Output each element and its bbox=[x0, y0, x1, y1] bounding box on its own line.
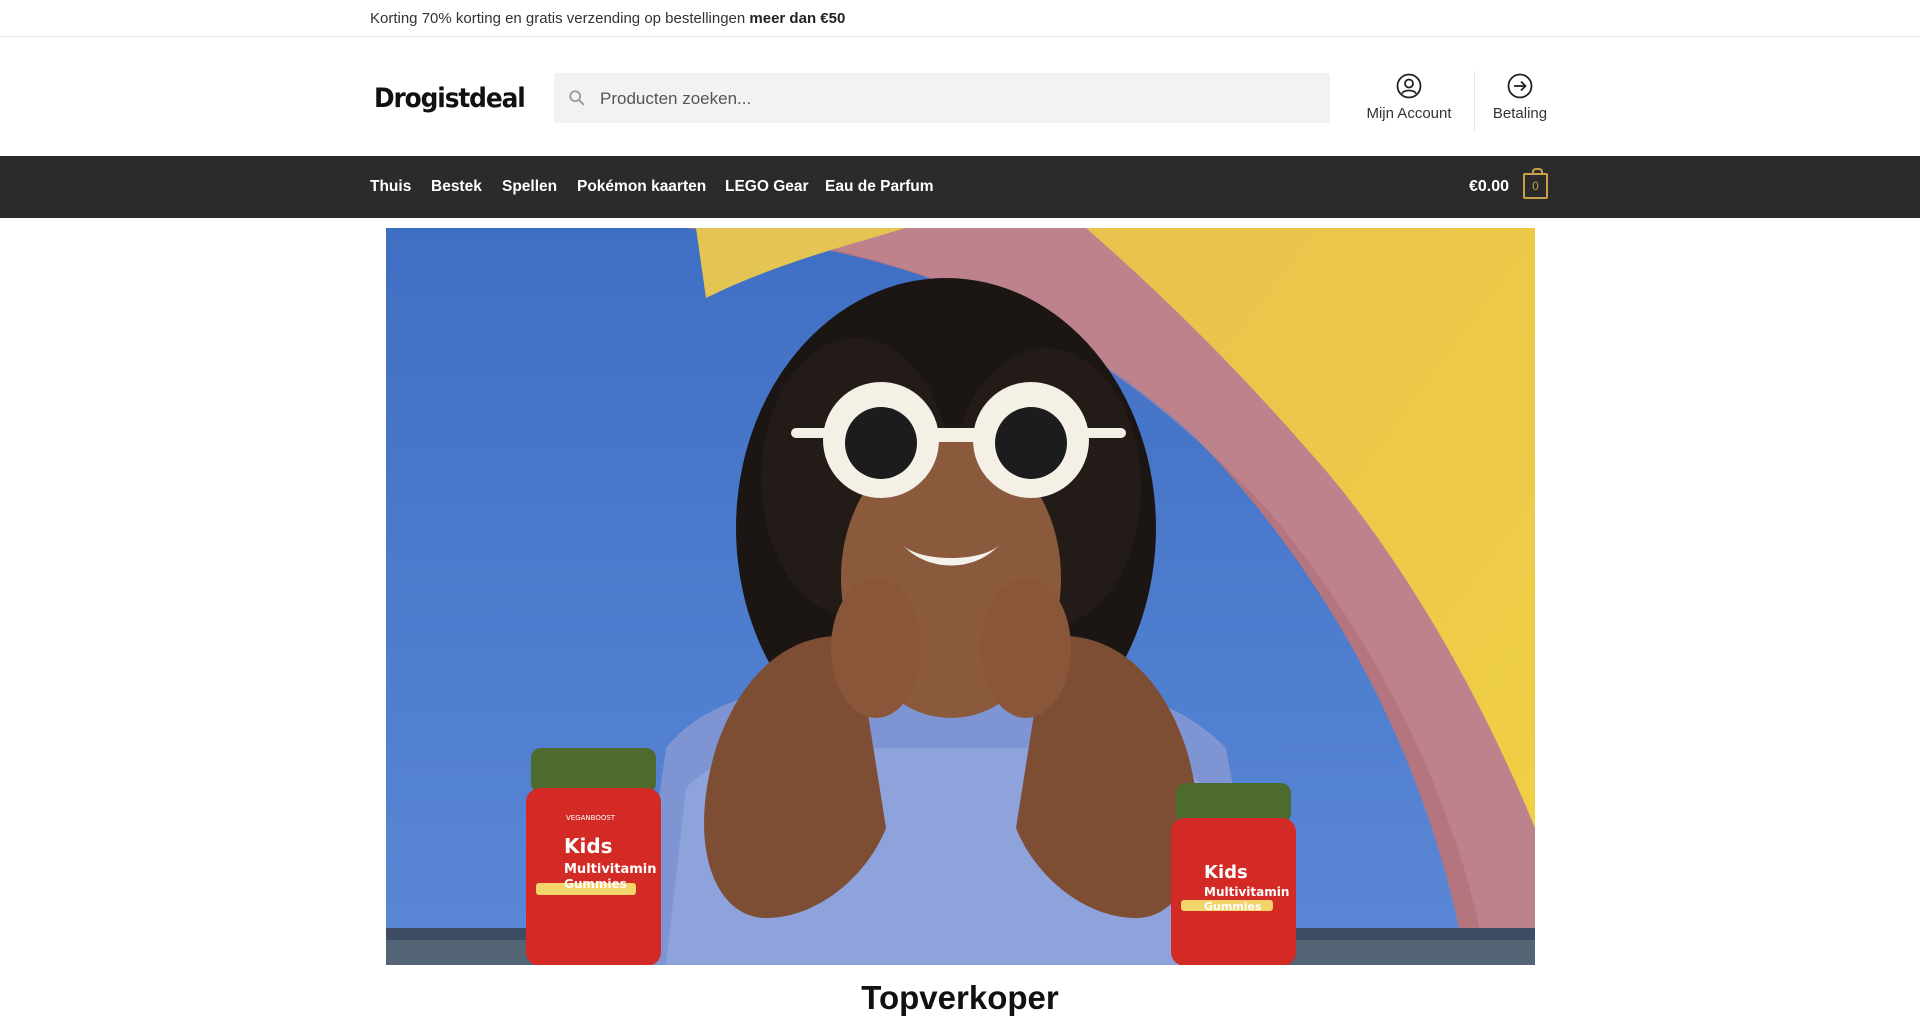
account-button[interactable]: Mijn Account bbox=[1356, 73, 1462, 129]
promo-text: Korting 70% korting en gratis verzending… bbox=[370, 0, 1920, 37]
nav-item-thuis[interactable]: Thuis bbox=[370, 156, 411, 218]
primary-navigation: Thuis Bestek Spellen Pokémon kaarten LEG… bbox=[0, 156, 1920, 218]
site-header: Drogistdeal Mijn Account Betaling bbox=[0, 37, 1920, 155]
jar2-label-line2: Multivitamin bbox=[1204, 885, 1289, 899]
search-icon bbox=[569, 90, 585, 106]
nav-item-bestek[interactable]: Bestek bbox=[431, 156, 482, 218]
search-box[interactable] bbox=[554, 73, 1330, 125]
jar-label-line1: Kids bbox=[564, 834, 613, 858]
shopping-bag-icon[interactable]: 0 bbox=[1523, 168, 1548, 199]
header-divider bbox=[1474, 71, 1475, 131]
nav-item-eau-de-parfum[interactable]: Eau de Parfum bbox=[825, 156, 934, 218]
cart-count: 0 bbox=[1532, 179, 1539, 193]
jar-label-line3: Gummies bbox=[564, 877, 627, 891]
nav-item-spellen[interactable]: Spellen bbox=[502, 156, 557, 218]
nav-item-pokemon-kaarten[interactable]: Pokémon kaarten bbox=[577, 156, 706, 218]
cart-total[interactable]: €0.00 bbox=[1469, 156, 1509, 218]
jar2-label-line1: Kids bbox=[1204, 862, 1248, 883]
site-logo[interactable]: Drogistdeal bbox=[374, 83, 526, 114]
jar2-label-line3: Gummies bbox=[1204, 900, 1262, 913]
jar-label-line2: Multivitamin bbox=[564, 862, 657, 877]
checkout-label: Betaling bbox=[1492, 105, 1548, 122]
promo-text-regular: Korting 70% korting en gratis verzending… bbox=[370, 10, 750, 27]
hero-banner[interactable]: Kids Multivitamin Gummies VEGANBOOST Kid… bbox=[386, 228, 1535, 965]
hero-image: Kids Multivitamin Gummies VEGANBOOST Kid… bbox=[386, 228, 1535, 965]
search-input[interactable] bbox=[598, 73, 1322, 125]
user-circle-icon bbox=[1396, 73, 1422, 99]
section-title-bestsellers: Topverkoper bbox=[861, 979, 1059, 1016]
promo-bar: Korting 70% korting en gratis verzending… bbox=[0, 0, 1920, 37]
promo-text-bold: meer dan €50 bbox=[749, 10, 846, 27]
nav-item-lego-gear[interactable]: LEGO Gear bbox=[725, 156, 809, 218]
account-label: Mijn Account bbox=[1366, 105, 1452, 122]
arrow-circle-right-icon bbox=[1507, 73, 1533, 99]
checkout-button[interactable]: Betaling bbox=[1486, 73, 1554, 129]
jar-brand: VEGANBOOST bbox=[566, 814, 616, 822]
